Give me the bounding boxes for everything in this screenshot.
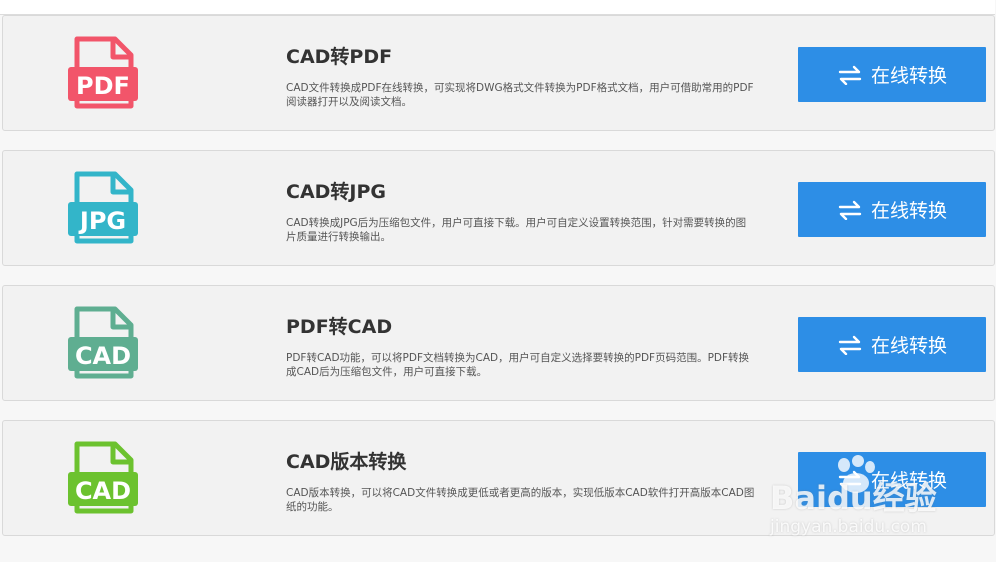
cad-file-icon: CAD <box>65 306 143 386</box>
card-cad-to-pdf: PDF CAD转PDF CAD文件转换成PDF在线转换，可实现将DWG格式文件转… <box>2 15 995 131</box>
button-label: 在线转换 <box>870 335 947 357</box>
swap-arrows-icon <box>838 200 862 220</box>
card-pdf-to-cad: CAD PDF转CAD PDF转CAD功能，可以将PDF文档转换为CAD，用户可… <box>2 285 995 401</box>
jpg-file-icon: JPG <box>65 171 143 251</box>
card-cad-version-convert: CAD CAD版本转换 CAD版本转换，可以将CAD文件转换成更低或者更高的版本… <box>2 420 995 536</box>
card-description: CAD版本转换，可以将CAD文件转换成更低或者更高的版本，实现低版本CAD软件打… <box>286 487 755 513</box>
card-title: CAD转PDF <box>286 46 393 68</box>
swap-arrows-icon <box>838 335 862 355</box>
card-icon-label: PDF <box>76 72 130 100</box>
top-card-edge <box>0 0 995 15</box>
card-icon-label: JPG <box>78 207 126 235</box>
card-title: CAD版本转换 <box>286 451 407 473</box>
online-convert-button[interactable]: 在线转换 <box>798 452 986 507</box>
card-description: CAD转换成JPG后为压缩包文件，用户可直接下载。用户可自定义设置转换范围，针对… <box>286 217 747 243</box>
card-title: CAD转JPG <box>286 181 387 203</box>
card-cad-to-jpg: JPG CAD转JPG CAD转换成JPG后为压缩包文件，用户可直接下载。用户可… <box>2 150 995 266</box>
online-convert-button[interactable]: 在线转换 <box>798 182 986 237</box>
swap-arrows-icon <box>838 470 862 490</box>
scrollbar-track <box>996 0 1000 562</box>
page: PDF CAD转PDF CAD文件转换成PDF在线转换，可实现将DWG格式文件转… <box>0 0 1000 562</box>
card-description: CAD文件转换成PDF在线转换，可实现将DWG格式文件转换为PDF格式文档，用户… <box>286 82 754 108</box>
online-convert-button[interactable]: 在线转换 <box>798 317 986 372</box>
pdf-file-icon: PDF <box>65 36 143 116</box>
button-label: 在线转换 <box>870 470 947 492</box>
card-icon-label: CAD <box>75 477 131 505</box>
cad-version-file-icon: CAD <box>65 441 143 521</box>
card-title: PDF转CAD <box>286 316 393 338</box>
card-description: PDF转CAD功能，可以将PDF文档转换为CAD，用户可自定义选择要转换的PDF… <box>286 352 750 378</box>
swap-arrows-icon <box>838 65 862 85</box>
card-icon-label: CAD <box>75 342 131 370</box>
button-label: 在线转换 <box>870 200 947 222</box>
button-label: 在线转换 <box>870 65 947 87</box>
online-convert-button[interactable]: 在线转换 <box>798 47 986 102</box>
